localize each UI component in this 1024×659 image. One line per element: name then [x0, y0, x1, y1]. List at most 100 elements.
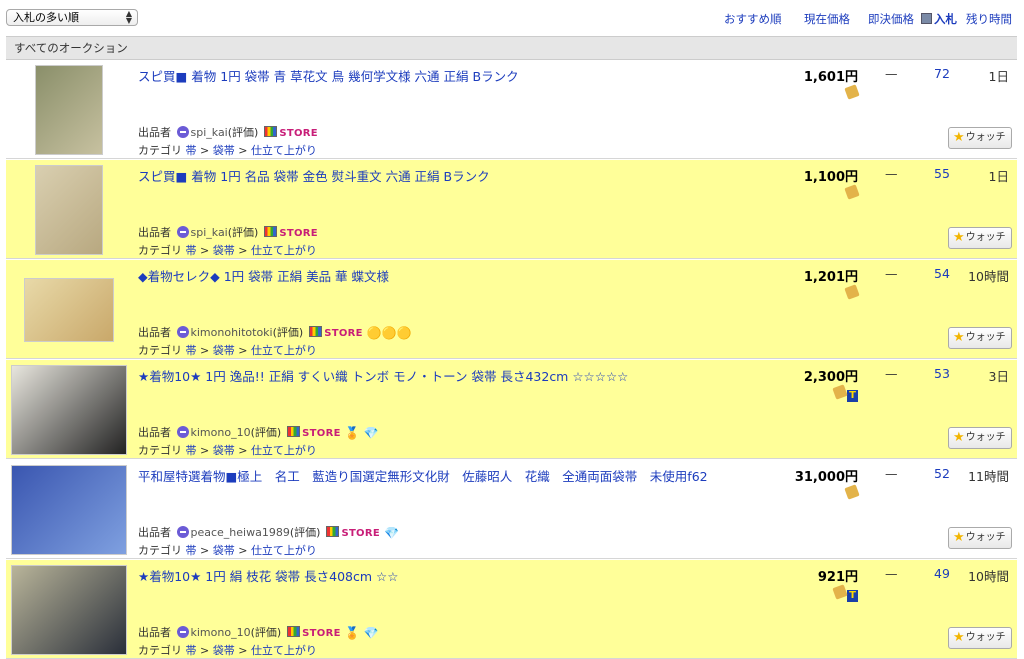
category-link[interactable]: 帯 — [186, 144, 197, 157]
rating-link[interactable]: (評価) — [273, 326, 304, 339]
auction-hammer-icon — [844, 84, 860, 100]
watch-label: ウォッチ — [965, 232, 1006, 243]
seller-label: 出品者 — [138, 526, 175, 539]
thumbnail-image — [11, 464, 127, 555]
category-label: カテゴリ — [138, 144, 186, 157]
seller-name-link[interactable]: kimono_10 — [191, 626, 251, 639]
buy-now-price: — — [885, 66, 898, 81]
category-link[interactable]: 仕立て上がり — [251, 544, 317, 557]
sort-recommended-link[interactable]: おすすめ順 — [724, 11, 782, 27]
seller-badge-icon: 🏅 — [344, 626, 360, 640]
store-icon — [264, 226, 278, 237]
auction-hammer-icon — [844, 284, 860, 300]
sort-active-icon — [921, 13, 932, 24]
watch-button[interactable]: ★ウォッチ — [948, 427, 1012, 449]
listing-thumbnail[interactable] — [11, 64, 127, 155]
sort-select-value: 入札の多い順 — [13, 11, 79, 24]
sort-buy-now-link[interactable]: 即決価格 — [868, 11, 914, 27]
listing-title-link[interactable]: ★着物10★ 1円 逸品!! 正絹 すくい織 トンボ モノ・トーン 袋帯 長さ4… — [138, 366, 628, 385]
star-icon: ★ — [953, 530, 965, 545]
current-price: 1,601円 — [803, 70, 858, 85]
sort-current-price-link[interactable]: 現在価格 — [804, 11, 850, 27]
rating-link[interactable]: (評価) — [290, 526, 321, 539]
watch-button[interactable]: ★ウォッチ — [948, 127, 1012, 149]
listing-thumbnail[interactable] — [11, 265, 127, 354]
store-label: STORE — [279, 128, 318, 139]
store-label: STORE — [324, 328, 363, 339]
bid-count-link[interactable]: 53 — [932, 366, 952, 381]
rating-link[interactable]: (評価) — [228, 126, 259, 139]
listing-title-link[interactable]: 平和屋特選着物■極上 名工 藍造り国選定無形文化財 佐藤昭人 花織 全通両面袋帯… — [138, 466, 708, 485]
bid-count-link[interactable]: 54 — [932, 266, 952, 281]
price-icons — [844, 484, 860, 501]
category-link[interactable]: 仕立て上がり — [251, 444, 317, 457]
watch-button[interactable]: ★ウォッチ — [948, 527, 1012, 549]
seller-icon — [176, 526, 189, 538]
listing-title-link[interactable]: スピ買■ 着物 1円 名品 袋帯 金色 熨斗重文 六通 正絹 Bランク — [138, 166, 490, 185]
category-link[interactable]: 仕立て上がり — [251, 344, 317, 357]
breadcrumb-separator: > — [196, 344, 213, 357]
watch-label: ウォッチ — [965, 432, 1006, 443]
watch-label: ウォッチ — [965, 632, 1006, 643]
sort-remaining-link[interactable]: 残り時間 — [966, 11, 1012, 27]
category-link[interactable]: 袋帯 — [213, 544, 235, 557]
auction-hammer-icon — [832, 384, 848, 400]
current-price: 1,201円 — [803, 270, 858, 285]
bid-count-link[interactable]: 52 — [932, 466, 952, 481]
store-icon — [326, 526, 340, 537]
bid-count-link[interactable]: 55 — [932, 166, 952, 181]
price-icons — [844, 84, 860, 101]
sort-select[interactable]: 入札の多い順 ▲ ▼ — [6, 9, 138, 26]
category-link[interactable]: 袋帯 — [213, 644, 235, 657]
listing-row: 平和屋特選着物■極上 名工 藍造り国選定無形文化財 佐藤昭人 花織 全通両面袋帯… — [6, 460, 1017, 559]
category-link[interactable]: 袋帯 — [213, 344, 235, 357]
category-link[interactable]: 仕立て上がり — [251, 644, 317, 657]
watch-button[interactable]: ★ウォッチ — [948, 327, 1012, 349]
category-link[interactable]: 帯 — [186, 544, 197, 557]
listing-title-link[interactable]: ★着物10★ 1円 絹 枝花 袋帯 長さ408cm ☆☆ — [138, 566, 398, 585]
watch-button[interactable]: ★ウォッチ — [948, 627, 1012, 649]
remaining-time: 10時間 — [968, 569, 1009, 584]
listing-row: ◆着物セレク◆ 1円 袋帯 正絹 美品 華 蝶文様 出品者 kimonohitot… — [6, 260, 1017, 359]
buy-now-price: — — [885, 366, 898, 381]
breadcrumb-separator: > — [196, 544, 213, 557]
sort-bids-link[interactable]: 入札 — [921, 11, 957, 27]
listing-title-link[interactable]: スピ買■ 着物 1円 袋帯 青 草花文 鳥 幾何学文様 六通 正絹 Bランク — [138, 66, 519, 85]
category-link[interactable]: 仕立て上がり — [251, 144, 317, 157]
category-link[interactable]: 帯 — [186, 444, 197, 457]
bid-count-link[interactable]: 72 — [932, 66, 952, 81]
category-link[interactable]: 帯 — [186, 644, 197, 657]
watch-button[interactable]: ★ウォッチ — [948, 227, 1012, 249]
star-icon: ★ — [953, 130, 965, 145]
category-link[interactable]: 仕立て上がり — [251, 244, 317, 257]
listing-title-link[interactable]: ◆着物セレク◆ 1円 袋帯 正絹 美品 華 蝶文様 — [138, 266, 389, 285]
listing-thumbnail[interactable] — [11, 164, 127, 255]
listing-thumbnail[interactable] — [11, 564, 127, 655]
seller-name-link[interactable]: kimonohitotoki — [191, 326, 273, 339]
category-label: カテゴリ — [138, 644, 186, 657]
category-link[interactable]: 袋帯 — [213, 144, 235, 157]
top-bar: 入札の多い順 ▲ ▼ おすすめ順 現在価格 即決価格 入札 残り時間 — [0, 0, 1024, 36]
seller-name-link[interactable]: peace_heiwa1989 — [191, 526, 290, 539]
category-link[interactable]: 帯 — [186, 344, 197, 357]
listing-thumbnail[interactable] — [11, 364, 127, 455]
current-price: 1,100円 — [803, 170, 858, 185]
category-link[interactable]: 袋帯 — [213, 244, 235, 257]
category-link[interactable]: 帯 — [186, 244, 197, 257]
rating-link[interactable]: (評価) — [251, 626, 282, 639]
seller-name-link[interactable]: spi_kai — [191, 126, 228, 139]
rating-link[interactable]: (評価) — [228, 226, 259, 239]
seller-name-link[interactable]: kimono_10 — [191, 426, 251, 439]
bid-count-link[interactable]: 49 — [932, 566, 952, 581]
listing-thumbnail[interactable] — [11, 464, 127, 555]
breadcrumb-separator: > — [234, 344, 251, 357]
seller-icon — [176, 226, 189, 238]
seller-icon — [176, 426, 189, 438]
auction-hammer-icon — [844, 184, 860, 200]
rating-link[interactable]: (評価) — [251, 426, 282, 439]
seller-name-link[interactable]: spi_kai — [191, 226, 228, 239]
section-header: すべてのオークション — [6, 36, 1017, 60]
listing-row: スピ買■ 着物 1円 袋帯 青 草花文 鳥 幾何学文様 六通 正絹 Bランク 出品… — [6, 60, 1017, 159]
category-label: カテゴリ — [138, 544, 186, 557]
category-link[interactable]: 袋帯 — [213, 444, 235, 457]
